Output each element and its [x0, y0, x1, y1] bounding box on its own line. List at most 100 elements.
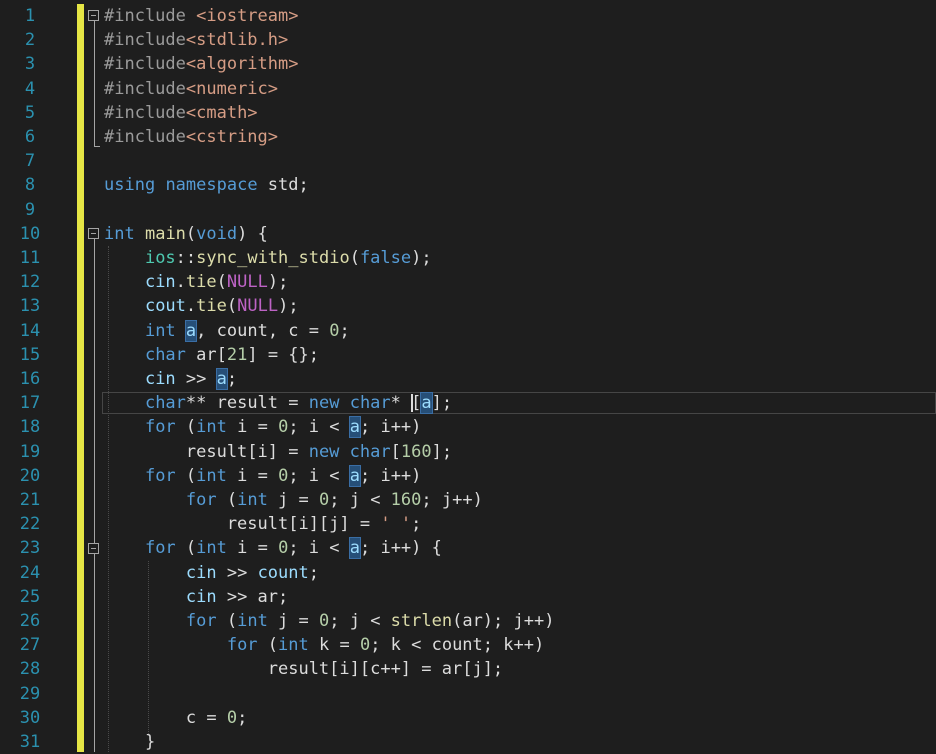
code-token: ; i++)	[359, 417, 422, 438]
code-token: (	[257, 635, 279, 656]
code-line[interactable]: #include<stdlib.h>	[104, 28, 288, 52]
code-line[interactable]: cin >> a;	[104, 367, 237, 391]
code-token: NULL	[226, 272, 268, 293]
code-token: ar[	[185, 344, 227, 365]
code-token: count	[257, 562, 309, 583]
collapse-box-icon[interactable]	[88, 543, 99, 554]
code-token: ; j++)	[421, 490, 483, 510]
code-line[interactable]: cout.tie(NULL);	[104, 294, 299, 318]
code-token: i =	[226, 465, 279, 486]
code-token: 21	[226, 344, 248, 365]
code-token: ;	[339, 320, 350, 341]
code-token: >>	[175, 369, 217, 389]
code-token: ;	[308, 562, 319, 583]
code-token: (	[349, 248, 360, 268]
code-token: int	[237, 490, 268, 510]
code-line[interactable]: cin.tie(NULL);	[104, 270, 288, 294]
code-token: new	[308, 393, 340, 414]
code-token: char	[144, 344, 186, 365]
line-number: 28	[19, 659, 41, 680]
code-token: ];	[431, 441, 453, 462]
code-line[interactable]: int main(void) {	[104, 222, 268, 246]
code-token: char	[349, 441, 391, 462]
code-line[interactable]: #include<cstring>	[104, 125, 278, 149]
code-line[interactable]: for (int i = 0; i < a; i++)	[104, 464, 421, 488]
code-token: <algorithm>	[185, 54, 299, 75]
collapse-box-icon[interactable]	[88, 10, 99, 21]
code-line[interactable]: for (int j = 0; j < strlen(ar); j++)	[104, 609, 555, 633]
code-line[interactable]: for (int i = 0; i < a; i++) {	[104, 536, 442, 560]
code-token: );	[278, 296, 299, 317]
collapse-box-icon[interactable]	[88, 228, 99, 239]
line-number: 17	[19, 393, 41, 414]
code-token: * [	[390, 393, 422, 414]
code-token: (	[226, 296, 238, 317]
code-line[interactable]: char ar[21] = {};	[104, 343, 319, 367]
line-number: 6	[24, 127, 36, 147]
code-token: char	[349, 393, 391, 414]
code-line[interactable]: result[i][j] = ' ';	[104, 512, 422, 536]
line-number: 29	[19, 683, 41, 704]
code-line[interactable]: #include <iostream>	[104, 4, 298, 28]
code-token: int	[237, 611, 268, 631]
code-line[interactable]: char** result = new char* [a];	[104, 391, 452, 415]
code-token: 160	[400, 441, 432, 462]
text-cursor	[411, 394, 413, 412]
code-line[interactable]: ios::sync_with_stdio(false);	[104, 246, 432, 270]
code-line[interactable]: }	[104, 730, 155, 754]
code-line[interactable]: using namespace std;	[104, 173, 309, 197]
code-token: , count, c =	[196, 320, 330, 341]
code-line[interactable]: c = 0;	[104, 706, 247, 730]
line-number: 13	[19, 296, 41, 317]
code-line[interactable]: #include<algorithm>	[104, 52, 298, 76]
code-token: ; j <	[329, 490, 391, 510]
code-token: int	[144, 320, 176, 341]
line-number: 7	[24, 151, 36, 172]
code-line[interactable]: for (int j = 0; j < 160; j++)	[104, 488, 483, 512]
code-token: std;	[257, 175, 309, 196]
code-line[interactable]: result[i][c++] = ar[j];	[104, 657, 503, 681]
code-token: ;	[411, 514, 422, 535]
line-number: 27	[19, 635, 41, 656]
code-token: (	[185, 223, 197, 244]
code-token: c =	[104, 707, 227, 728]
code-token: <cstring>	[185, 127, 279, 147]
code-token: 0	[359, 635, 371, 656]
code-line[interactable]: cin >> count;	[104, 561, 319, 585]
line-number: 10	[19, 223, 41, 244]
code-token: strlen	[390, 611, 453, 631]
code-token: ; k < count; k++)	[370, 635, 545, 656]
highlighted-token: a	[215, 368, 228, 390]
code-token: );	[411, 248, 432, 268]
code-token: for	[226, 635, 258, 656]
code-token: (	[175, 465, 197, 486]
code-token: namespace	[165, 175, 258, 196]
code-token: using	[104, 175, 156, 196]
code-line[interactable]: #include<cmath>	[104, 101, 258, 125]
code-line[interactable]: for (int k = 0; k < count; k++)	[104, 633, 544, 657]
line-number: 24	[19, 562, 41, 583]
code-token: cin	[144, 369, 176, 389]
line-number: 1	[24, 6, 36, 26]
code-token: i =	[226, 417, 279, 438]
code-token: 0	[278, 417, 289, 438]
code-line[interactable]: #include<numeric>	[104, 77, 278, 101]
highlighted-token: a	[184, 319, 198, 342]
code-token: }	[104, 732, 156, 752]
code-token: #include	[104, 54, 186, 75]
line-number: 21	[19, 490, 41, 510]
code-line[interactable]: int a, count, c = 0;	[104, 319, 350, 343]
code-token: i =	[226, 538, 279, 559]
fold-outline-main	[94, 239, 95, 752]
code-editor[interactable]: 1 2 3 4 5 6 7 8 9 10 11 12 13 14 15 16 17 18 19 20 21 22 23 24 2…	[0, 0, 936, 752]
code-line[interactable]: result[i] = new char[160];	[104, 440, 452, 464]
code-token: int	[104, 223, 135, 244]
code-line[interactable]: cin >> ar;	[104, 585, 288, 609]
code-line[interactable]: for (int i = 0; i < a; i++)	[104, 415, 421, 439]
